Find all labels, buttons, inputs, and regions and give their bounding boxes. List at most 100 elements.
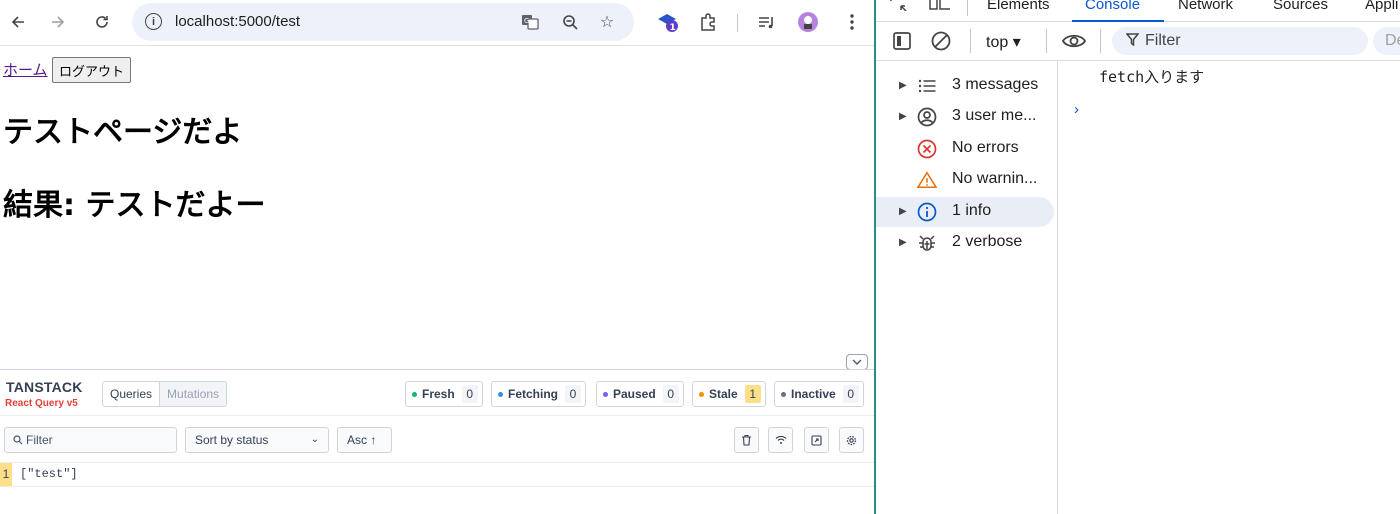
open-in-window-button[interactable]: [804, 427, 829, 453]
status-count: 0: [662, 385, 679, 403]
logout-button[interactable]: ログアウト: [52, 57, 132, 83]
sidebar-item-info[interactable]: ▶ 1 info: [876, 197, 1054, 227]
graduation-cap-icon: 1: [658, 14, 678, 33]
page-title: テストページだよ: [3, 115, 243, 150]
devtools-tab-bar: Elements Console Network Sources Appli: [876, 0, 1400, 22]
sidebar-item-label: 2 verbose: [952, 233, 1023, 250]
status-count: 0: [565, 385, 581, 403]
browser-toolbar: i localhost:5000/test G ☆ 1: [0, 0, 874, 46]
status-count: 0: [461, 385, 478, 403]
clear-cache-button[interactable]: [734, 427, 759, 453]
live-expression-eye-icon[interactable]: [1061, 31, 1087, 56]
console-sidebar: ▶ 3 messages ▶ 3 user me... No errors No…: [876, 61, 1058, 514]
expand-triangle-icon[interactable]: ▶: [899, 111, 907, 122]
arrow-right-icon: [52, 16, 65, 28]
tab-sources[interactable]: Sources: [1273, 0, 1328, 13]
status-fetching[interactable]: Fetching 0: [491, 381, 586, 407]
profile-avatar[interactable]: [794, 8, 822, 36]
tab-elements[interactable]: Elements: [987, 0, 1050, 13]
status-fresh[interactable]: Fresh 0: [405, 381, 483, 407]
svg-text:G: G: [524, 17, 529, 25]
reading-list-button[interactable]: [752, 8, 780, 36]
rq-controls: Filter Sort by status ⌄ Asc ↑: [0, 415, 874, 463]
web-page: ホーム ログアウト テストページだよ 結果: テストだよー: [0, 47, 874, 367]
translate-icon[interactable]: G: [520, 12, 540, 32]
bookmark-star-icon[interactable]: ☆: [597, 12, 617, 32]
sidebar-item-errors[interactable]: No errors: [876, 134, 1054, 164]
site-info-icon[interactable]: i: [145, 13, 162, 30]
wifi-icon: [775, 435, 786, 444]
expand-triangle-icon[interactable]: ▶: [899, 237, 907, 248]
zoom-icon[interactable]: [560, 12, 580, 32]
status-label: Fresh: [422, 387, 455, 401]
expand-triangle-icon[interactable]: ▶: [899, 206, 907, 217]
address-url[interactable]: localhost:5000/test: [175, 13, 300, 30]
sidebar-item-verbose[interactable]: ▶ 2 verbose: [876, 228, 1054, 258]
devtools-panel: Elements Console Network Sources Appli t…: [874, 0, 1400, 514]
user-circle-icon: [917, 107, 937, 127]
devtools-collapse-button[interactable]: [846, 354, 868, 370]
query-row[interactable]: 1 ["test"]: [0, 463, 874, 487]
tab-queries[interactable]: Queries: [103, 382, 159, 406]
console-prompt-icon[interactable]: ›: [1074, 101, 1079, 118]
status-stale[interactable]: Stale 1: [692, 381, 766, 407]
result-heading: 結果: テストだよー: [3, 188, 266, 223]
filter-funnel-icon: [1125, 33, 1140, 47]
expand-triangle-icon[interactable]: ▶: [899, 80, 907, 91]
forward-button[interactable]: [44, 8, 72, 36]
screen: i localhost:5000/test G ☆ 1 ホーム ログアウト テス…: [0, 0, 1400, 514]
extensions-puzzle-button[interactable]: [694, 8, 722, 36]
status-count: 1: [744, 385, 761, 403]
sidebar-item-label: 1 info: [952, 202, 992, 219]
status-dot: [699, 391, 704, 397]
chevron-down-icon: ⌄: [310, 434, 319, 445]
console-message: fetch入ります: [1099, 68, 1205, 86]
tab-network[interactable]: Network: [1178, 0, 1233, 13]
browser-menu-button[interactable]: [838, 8, 866, 36]
console-filter-input[interactable]: Filter: [1112, 27, 1368, 55]
react-query-devtools: TANSTACK React Query v5 Queries Mutation…: [0, 369, 874, 514]
status-count: 0: [842, 385, 859, 403]
reload-icon: [96, 16, 108, 28]
query-key: ["test"]: [20, 467, 78, 481]
svg-text:1: 1: [670, 23, 676, 33]
log-level-dropdown[interactable]: De: [1373, 27, 1400, 55]
context-selector[interactable]: top ▾: [986, 32, 1021, 52]
browser-window: i localhost:5000/test G ☆ 1 ホーム ログアウト テス…: [0, 0, 874, 514]
sort-select[interactable]: Sort by status ⌄: [185, 427, 329, 453]
query-filter-input[interactable]: Filter: [4, 427, 177, 453]
sidebar-item-messages[interactable]: ▶ 3 messages: [876, 71, 1054, 101]
toolbar-divider: [1100, 29, 1101, 53]
sidebar-item-user-messages[interactable]: ▶ 3 user me...: [876, 102, 1054, 132]
tab-mutations[interactable]: Mutations: [159, 382, 227, 406]
tab-application[interactable]: Appli: [1365, 0, 1398, 13]
list-icon: [917, 76, 937, 96]
info-icon: [917, 202, 937, 222]
device-toolbar-icon[interactable]: [928, 0, 952, 16]
react-query-version: React Query v5: [5, 398, 78, 409]
sidebar-item-warnings[interactable]: No warnin...: [876, 165, 1054, 195]
tab-divider: [967, 0, 968, 16]
settings-button[interactable]: [839, 427, 864, 453]
tanstack-logo: TANSTACK: [6, 379, 83, 395]
sidebar-item-label: 3 messages: [952, 76, 1039, 93]
gear-icon: [846, 435, 857, 445]
inspect-element-icon[interactable]: [890, 0, 908, 16]
error-icon: [917, 139, 937, 159]
status-paused[interactable]: Paused 0: [596, 381, 684, 407]
status-inactive[interactable]: Inactive 0: [774, 381, 864, 407]
tab-console[interactable]: Console: [1085, 0, 1140, 13]
toolbar-divider: [970, 29, 971, 53]
sort-order-button[interactable]: Asc ↑: [337, 427, 392, 453]
sidebar-item-label: No warnin...: [952, 170, 1038, 187]
sidebar-toggle-icon[interactable]: [892, 31, 912, 56]
clear-console-icon[interactable]: [930, 30, 952, 57]
address-bar[interactable]: i localhost:5000/test G ☆: [132, 3, 634, 41]
puzzle-icon: [701, 13, 715, 31]
mock-offline-button[interactable]: [768, 427, 793, 453]
extension-button[interactable]: 1: [654, 8, 682, 36]
home-link[interactable]: ホーム: [3, 59, 48, 80]
status-dot: [603, 391, 608, 397]
back-button[interactable]: [4, 8, 32, 36]
reload-button[interactable]: [88, 8, 116, 36]
